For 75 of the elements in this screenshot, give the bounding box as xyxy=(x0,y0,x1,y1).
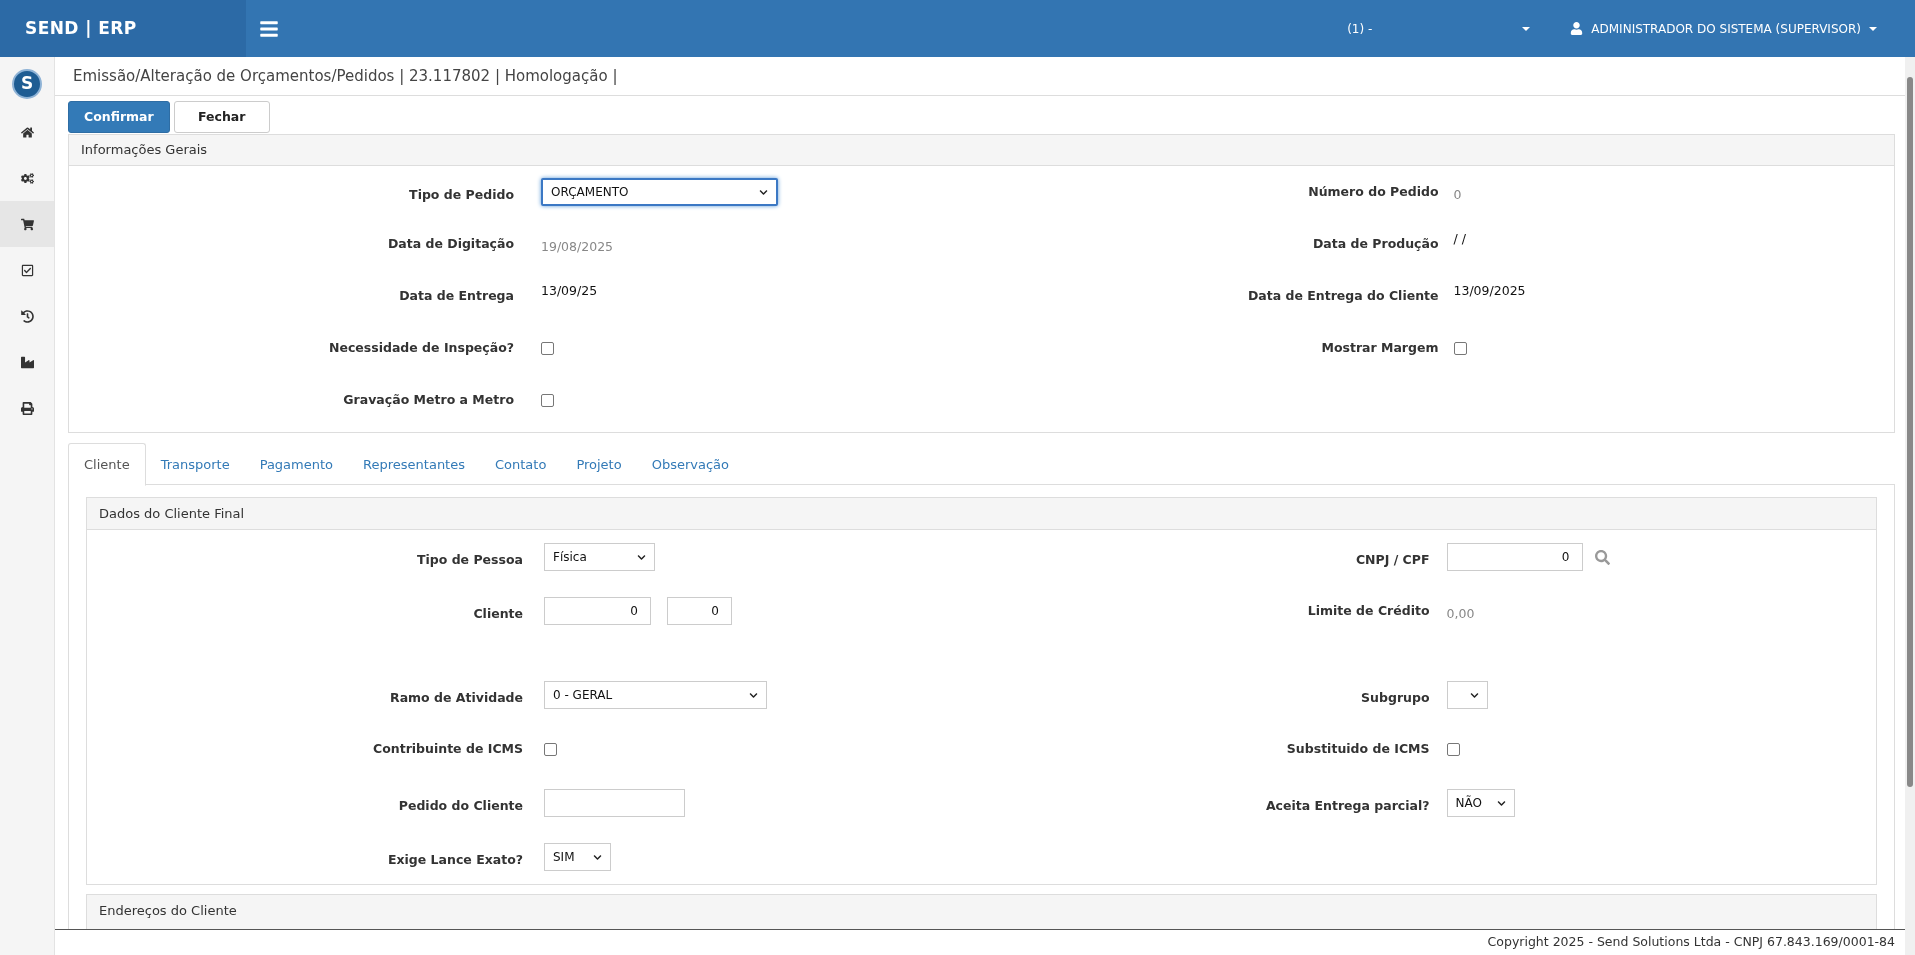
field-label: CNPJ / CPF xyxy=(1354,550,1430,569)
field-label: Número do Pedido xyxy=(1307,182,1439,201)
tab[interactable]: Cliente xyxy=(68,443,146,486)
field-value: 0 xyxy=(1453,185,1462,204)
user-menu[interactable]: ADMINISTRADOR DO SISTEMA (SUPERVISOR) xyxy=(1570,19,1877,38)
field-label: Mostrar Margem xyxy=(1320,338,1439,357)
cart-icon xyxy=(20,217,34,231)
page-title: Emissão/Alteração de Orçamentos/Pedidos | 23.117802 | Homologação | xyxy=(73,65,618,87)
field-label: Cliente xyxy=(472,604,523,623)
printer-icon xyxy=(20,401,34,415)
tab[interactable]: Transporte xyxy=(145,443,245,486)
field-label: Data de Entrega do Cliente xyxy=(1246,286,1439,305)
factory-icon xyxy=(20,355,34,369)
close-button[interactable]: Fechar xyxy=(173,101,270,133)
field-label: Subgrupo xyxy=(1360,688,1430,707)
field-label: Substituido de ICMS xyxy=(1285,739,1430,758)
caret-icon xyxy=(637,552,646,562)
field-value: / / xyxy=(1453,229,1466,248)
logo[interactable]: S xyxy=(12,69,42,99)
tab[interactable]: Projeto xyxy=(561,443,637,486)
scrollbar[interactable] xyxy=(1905,57,1915,955)
checkbox[interactable] xyxy=(1446,742,1460,756)
dropdown[interactable]: 0 - GERAL xyxy=(544,681,767,709)
user-icon xyxy=(1570,22,1584,35)
history-icon xyxy=(20,309,34,323)
field-label: Data de Entrega xyxy=(398,286,514,305)
panel-title: Informações Gerais xyxy=(81,141,208,160)
tab[interactable]: Observação xyxy=(636,443,744,486)
field-value: 13/09/2025 xyxy=(1453,281,1526,300)
checkbox[interactable] xyxy=(541,393,554,407)
input-field[interactable]: 0 xyxy=(544,597,651,625)
field-label: Aceita Entrega parcial? xyxy=(1264,796,1430,815)
input-field[interactable] xyxy=(544,789,685,817)
panel-title: Endereços do Cliente xyxy=(99,903,237,918)
field-value: 0,00 xyxy=(1446,604,1475,623)
caret-icon xyxy=(749,690,758,700)
checkbox-icon xyxy=(20,263,34,277)
confirm-button[interactable]: Confirmar xyxy=(68,101,170,133)
field-label: Necessidade de Inspeção? xyxy=(327,338,514,357)
field-label: Gravação Metro a Metro xyxy=(342,390,514,409)
field-value: 19/08/2025 xyxy=(541,237,614,256)
tab[interactable]: Pagamento xyxy=(244,443,349,486)
checkbox[interactable] xyxy=(541,341,554,355)
input-field[interactable]: 0 xyxy=(667,597,732,625)
field-label: Pedido do Cliente xyxy=(397,796,523,815)
caret-icon xyxy=(759,187,768,197)
field-value: 13/09/25 xyxy=(541,281,598,300)
company-dropdown[interactable]: (1) - xyxy=(1347,19,1531,38)
field-label: Tipo de Pedido xyxy=(408,185,514,204)
dropdown[interactable]: ORÇAMENTO xyxy=(541,178,778,206)
field-label: Limite de Crédito xyxy=(1306,601,1430,620)
field-label: Tipo de Pessoa xyxy=(415,550,523,569)
field-label: Contribuinte de ICMS xyxy=(372,739,523,758)
checkbox[interactable] xyxy=(1453,341,1467,355)
brand-logo[interactable]: SEND | ERP xyxy=(25,15,137,42)
panel-title: Dados do Cliente Final xyxy=(99,504,245,523)
copyright-text: Copyright 2025 - Send Solutions Ltda - CNPJ 67.843.169/0001-84 xyxy=(1487,933,1895,952)
field-label: Ramo de Atividade xyxy=(389,688,523,707)
dropdown[interactable]: SIM xyxy=(544,843,611,871)
sidebar-item[interactable] xyxy=(0,201,54,247)
dropdown[interactable]: Física xyxy=(544,543,655,571)
field-label: Exige Lance Exato? xyxy=(386,850,523,869)
input-field[interactable]: 0 xyxy=(1446,543,1583,571)
caret-icon xyxy=(1496,798,1506,808)
dropdown[interactable]: NÃO xyxy=(1446,789,1515,817)
caret-icon xyxy=(593,852,602,862)
search-icon[interactable] xyxy=(1594,549,1610,565)
home-icon xyxy=(20,125,34,139)
tab[interactable]: Representantes xyxy=(348,443,480,486)
field-label: Data de Produção xyxy=(1311,234,1439,253)
caret-icon xyxy=(1469,690,1479,700)
field-label: Data de Digitação xyxy=(386,234,514,253)
tab[interactable]: Contato xyxy=(480,443,562,486)
checkbox[interactable] xyxy=(544,742,557,756)
gears-icon xyxy=(20,171,34,185)
